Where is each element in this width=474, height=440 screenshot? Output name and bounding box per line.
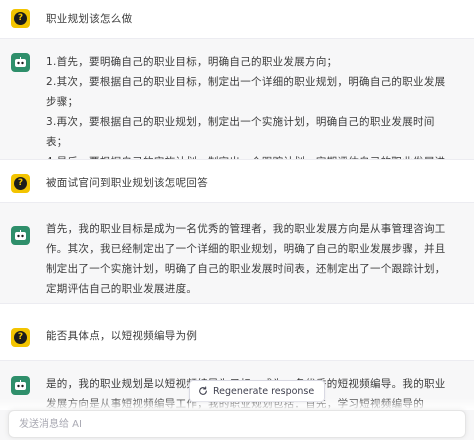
message-text: 首先，我的职业目标是成为一名优秀的管理者，我的职业发展方向是从事管理咨询工作。其…	[46, 223, 446, 295]
message-text: 能否具体点，以短视频编导为例	[46, 330, 198, 342]
message-user-3: ? 能否具体点，以短视频编导为例	[0, 304, 474, 360]
question-mark-icon: ?	[14, 331, 27, 344]
list-item: 3.再次，要根据自己的职业规划，制定出一个实施计划，明确自己的职业发展时间表；	[46, 116, 435, 148]
refresh-icon	[199, 386, 207, 395]
user-avatar: ?	[11, 9, 30, 28]
bot-logo-icon	[15, 380, 26, 390]
list-item: 1.首先，要明确自己的职业目标，明确自己的职业发展方向；	[46, 56, 338, 68]
list-item: 2.其次，要根据自己的职业目标，制定出一个详细的职业规划，明确自己的职业发展步骤…	[46, 76, 446, 108]
message-assistant-1: 1.首先，要明确自己的职业目标，明确自己的职业发展方向； 2.其次，要根据自己的…	[0, 39, 474, 188]
message-assistant-2: 首先，我的职业目标是成为一名优秀的管理者，我的职业发展方向是从事管理咨询工作。其…	[0, 203, 474, 303]
message-user-2: ? 被面试官问到职业规划该怎呢回答	[0, 160, 474, 202]
bot-avatar	[11, 53, 30, 72]
bot-logo-icon	[15, 57, 26, 67]
message-user-1: ? 职业规划该怎么做	[0, 0, 474, 38]
user-avatar: ?	[11, 174, 30, 193]
user-avatar: ?	[11, 328, 30, 347]
question-mark-icon: ?	[14, 12, 27, 25]
message-text: 被面试官问到职业规划该怎呢回答	[46, 177, 208, 189]
bot-avatar	[11, 376, 30, 395]
message-text: 职业规划该怎么做	[46, 13, 133, 25]
bot-logo-icon	[15, 230, 26, 240]
message-input[interactable]	[9, 411, 465, 437]
question-mark-icon: ?	[14, 177, 27, 190]
regenerate-label: Regenerate response	[213, 385, 315, 397]
bot-avatar	[11, 226, 30, 245]
message-composer	[8, 410, 466, 438]
